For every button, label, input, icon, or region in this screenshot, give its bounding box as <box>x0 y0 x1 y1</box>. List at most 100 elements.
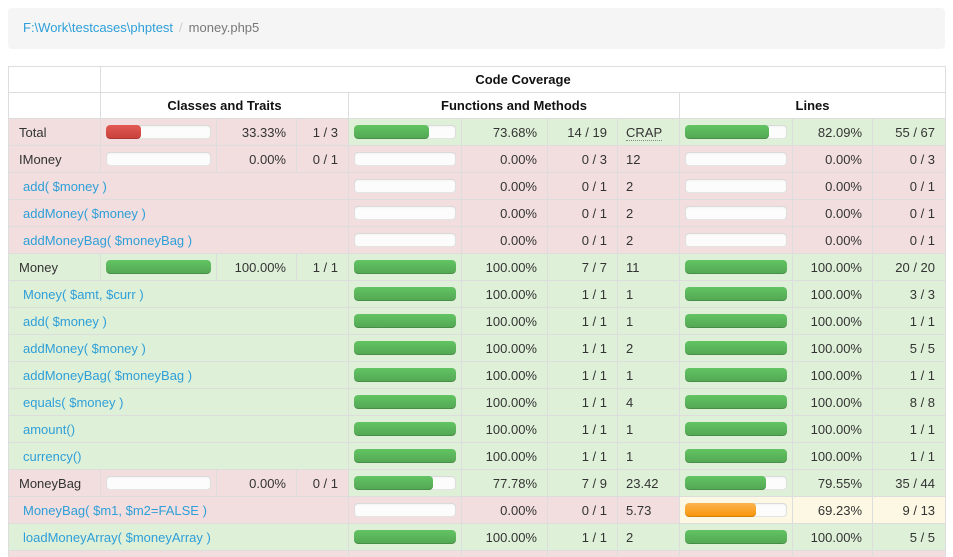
lines-ratio-cell: 35 / 44 <box>873 470 946 497</box>
crap-index-cell: 2 <box>618 200 680 227</box>
table-row: addMoney( $money )0.00%0 / 120.00%0 / 1 <box>9 200 946 227</box>
functions-progress-bar <box>354 449 456 463</box>
lines-progress-fill <box>685 368 787 382</box>
crap-index-cell: 1 <box>618 362 680 389</box>
functions-ratio-cell: 1 / 1 <box>548 308 618 335</box>
lines-progress-bar <box>685 530 787 544</box>
functions-ratio-cell <box>548 551 618 557</box>
header-row-groups: Classes and Traits Functions and Methods… <box>9 93 946 119</box>
classes-progress-bar <box>106 152 211 166</box>
method-link[interactable]: MoneyBag( $m1, $m2=FALSE ) <box>23 503 207 518</box>
classes-percent-cell: 0.00% <box>217 470 297 497</box>
functions-coverage-bar-cell <box>349 281 462 308</box>
lines-percent-cell <box>793 551 873 557</box>
functions-progress-bar <box>354 395 456 409</box>
lines-coverage-bar-cell <box>680 524 793 551</box>
lines-progress-fill <box>685 449 787 463</box>
lines-ratio-cell: 0 / 1 <box>873 200 946 227</box>
table-row: addMoney( $money )100.00%1 / 12100.00%5 … <box>9 335 946 362</box>
lines-percent-cell: 100.00% <box>793 254 873 281</box>
functions-percent-cell: 0.00% <box>462 146 548 173</box>
method-link[interactable]: loadMoneyArray( $moneyArray ) <box>23 530 211 545</box>
method-link[interactable]: add( $money ) <box>23 314 107 329</box>
crap-index-cell: 2 <box>618 173 680 200</box>
functions-ratio-cell: 0 / 1 <box>548 227 618 254</box>
crap-index-cell: 5.73 <box>618 497 680 524</box>
functions-coverage-bar-cell <box>349 200 462 227</box>
lines-coverage-bar-cell <box>680 200 793 227</box>
functions-progress-fill <box>354 125 429 139</box>
lines-percent-cell: 0.00% <box>793 146 873 173</box>
functions-percent-cell: 100.00% <box>462 362 548 389</box>
lines-coverage-bar-cell <box>680 335 793 362</box>
table-row: Total33.33%1 / 373.68%14 / 19CRAP82.09%5… <box>9 119 946 146</box>
classes-ratio-cell: 0 / 1 <box>297 146 349 173</box>
functions-progress-fill <box>354 422 456 436</box>
lines-progress-fill <box>685 422 787 436</box>
method-link[interactable]: addMoneyBag( $moneyBag ) <box>23 233 192 248</box>
lines-coverage-bar-cell <box>680 362 793 389</box>
functions-coverage-bar-cell <box>349 308 462 335</box>
functions-progress-fill <box>354 314 456 328</box>
functions-percent-cell: 100.00% <box>462 308 548 335</box>
header-classes-and-traits: Classes and Traits <box>101 93 349 119</box>
crap-index-cell: 12 <box>618 146 680 173</box>
method-name-cell: addMoneyBag( $moneyBag ) <box>9 362 349 389</box>
crap-index-cell: 2 <box>618 335 680 362</box>
method-link[interactable]: addMoney( $money ) <box>23 341 146 356</box>
breadcrumb: F:\Work\testcases\phptest/money.php5 <box>8 8 945 49</box>
functions-progress-bar <box>354 476 456 490</box>
method-link[interactable]: currency() <box>23 449 82 464</box>
method-link[interactable]: add( $money ) <box>23 179 107 194</box>
table-row: equals( $money )100.00%1 / 14100.00%8 / … <box>9 389 946 416</box>
functions-coverage-bar-cell <box>349 254 462 281</box>
lines-progress-bar <box>685 341 787 355</box>
method-link[interactable]: addMoney( $money ) <box>23 206 146 221</box>
lines-progress-bar <box>685 125 787 139</box>
table-row: amount()100.00%1 / 11100.00%1 / 1 <box>9 416 946 443</box>
functions-ratio-cell: 1 / 1 <box>548 524 618 551</box>
lines-ratio-cell: 9 / 13 <box>873 497 946 524</box>
lines-progress-bar <box>685 260 787 274</box>
lines-progress-fill <box>685 341 787 355</box>
method-link[interactable]: Money( $amt, $curr ) <box>23 287 144 302</box>
classes-percent-cell: 33.33% <box>217 119 297 146</box>
lines-coverage-bar-cell <box>680 416 793 443</box>
header-lines: Lines <box>680 93 946 119</box>
method-link[interactable]: equals( $money ) <box>23 395 123 410</box>
functions-percent-cell: 100.00% <box>462 281 548 308</box>
functions-progress-bar <box>354 503 456 517</box>
method-name-cell: addMoneyBag( $moneyBag ) <box>9 227 349 254</box>
classes-percent-cell: 100.00% <box>217 254 297 281</box>
lines-progress-bar <box>685 422 787 436</box>
functions-coverage-bar-cell <box>349 470 462 497</box>
functions-percent-cell: 100.00% <box>462 416 548 443</box>
functions-coverage-bar-cell <box>349 416 462 443</box>
lines-percent-cell: 0.00% <box>793 200 873 227</box>
lines-coverage-bar-cell <box>680 173 793 200</box>
method-link[interactable]: amount() <box>23 422 75 437</box>
lines-percent-cell: 79.55% <box>793 470 873 497</box>
item-name-cell: Total <box>9 119 101 146</box>
functions-coverage-bar-cell <box>349 173 462 200</box>
table-row: add( $money )0.00%0 / 120.00%0 / 1 <box>9 173 946 200</box>
lines-progress-fill <box>685 314 787 328</box>
lines-ratio-cell: 0 / 1 <box>873 227 946 254</box>
crap-abbr-label[interactable]: CRAP <box>626 125 662 141</box>
lines-progress-bar <box>685 395 787 409</box>
functions-coverage-bar-cell <box>349 335 462 362</box>
crap-index-cell <box>618 551 680 557</box>
lines-percent-cell: 69.23% <box>793 497 873 524</box>
item-name-cell: IMoney <box>9 146 101 173</box>
crap-index-cell: 1 <box>618 281 680 308</box>
functions-percent-cell <box>462 551 548 557</box>
lines-coverage-bar-cell <box>680 308 793 335</box>
breadcrumb-path-link[interactable]: F:\Work\testcases\phptest <box>23 20 173 35</box>
method-link[interactable]: addMoneyBag( $moneyBag ) <box>23 368 192 383</box>
functions-progress-bar <box>354 260 456 274</box>
lines-progress-fill <box>685 530 787 544</box>
functions-coverage-bar-cell <box>349 389 462 416</box>
lines-coverage-bar-cell <box>680 389 793 416</box>
classes-ratio-cell: 0 / 1 <box>297 470 349 497</box>
lines-ratio-cell: 1 / 1 <box>873 416 946 443</box>
